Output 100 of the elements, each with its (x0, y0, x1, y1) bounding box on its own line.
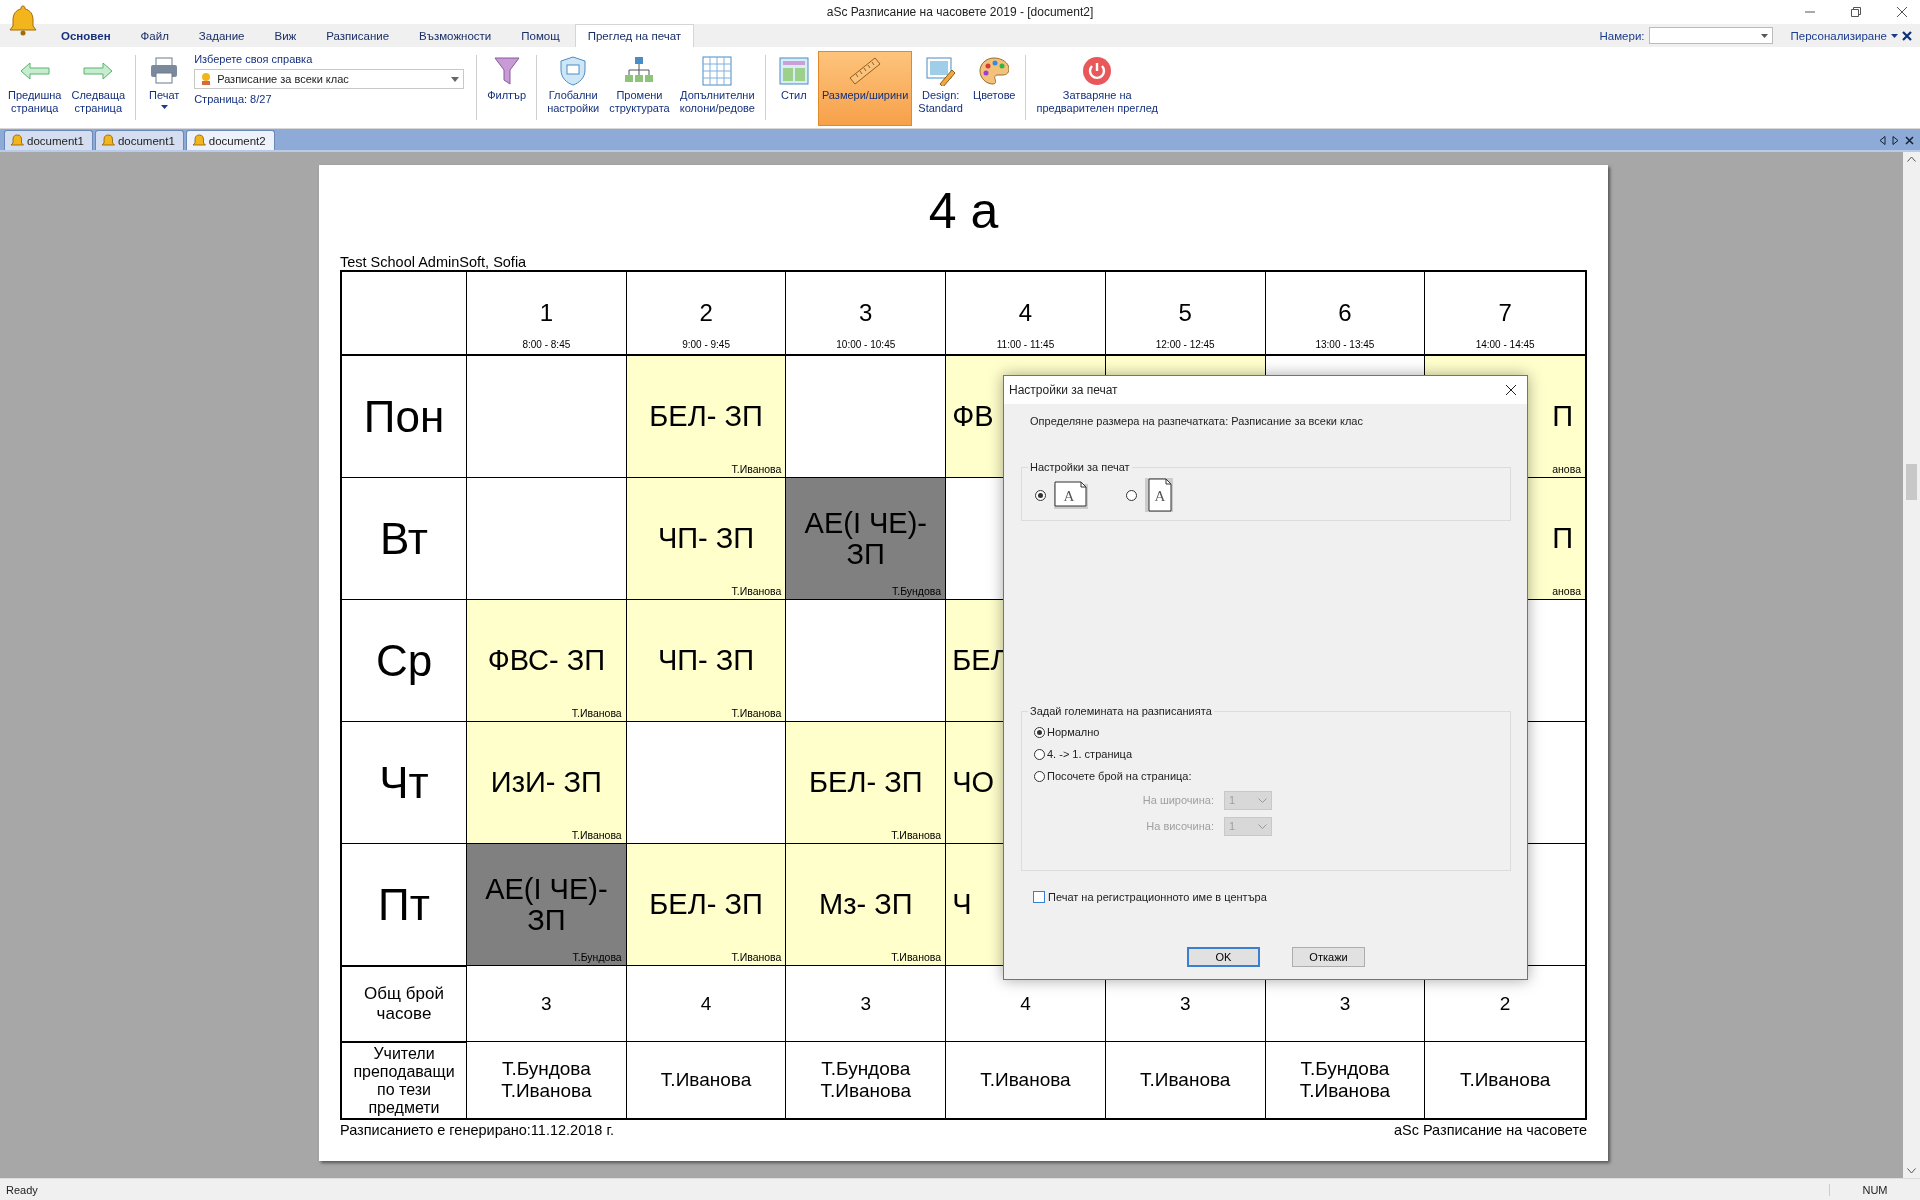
ribbon-button[interactable]: Промени структурата (605, 51, 674, 126)
ribbon-button[interactable]: Следваща страница (67, 51, 130, 126)
option-label: Нормално (1047, 726, 1100, 738)
ribbon-button[interactable]: Design: Standard (914, 51, 967, 126)
radio-button[interactable] (1034, 748, 1045, 760)
subject: П (1551, 401, 1574, 432)
group-label: Задай големината на разписанията (1028, 705, 1214, 717)
ribbon-button[interactable]: Размери/ширини (817, 51, 913, 126)
ribbon-button[interactable]: Предишна страница (4, 51, 66, 126)
scroll-up-icon[interactable] (1907, 156, 1916, 162)
bell-icon[interactable] (8, 4, 38, 36)
table-cell: Т.Иванова (626, 1042, 787, 1118)
ribbon-tab[interactable]: Файл (125, 24, 184, 47)
teacher: Т.Бундова (892, 585, 942, 597)
scroll-down-icon[interactable] (1907, 1168, 1916, 1174)
subject: Мз- ЗП (818, 889, 914, 920)
ribbon-tab[interactable]: Разписание (311, 24, 405, 47)
document-tab[interactable]: document1 (4, 130, 93, 150)
status-text: Ready (6, 1183, 38, 1196)
ribbon-tab[interactable]: Виж (259, 24, 312, 47)
ribbon-tab[interactable]: Преглед на печат (574, 24, 695, 47)
option-label: 4. -> 1. страница (1047, 748, 1132, 760)
option-label: Посочете брой на страница: (1047, 770, 1192, 782)
totals-label: Общ брой часове (342, 966, 467, 1042)
caret-icon (160, 105, 168, 109)
checkbox[interactable] (1033, 891, 1045, 903)
radio-button[interactable] (1034, 770, 1045, 782)
scrollbar[interactable] (1903, 152, 1920, 1178)
bell-icon (192, 134, 206, 147)
period-number: 1 (539, 299, 554, 327)
find-field[interactable] (1648, 27, 1773, 44)
cancel-button[interactable]: Откажи (1292, 947, 1365, 967)
ribbon-button[interactable]: Допълнителни колони/редове (675, 51, 759, 126)
table-cell: 3 (786, 966, 947, 1042)
ribbon-button[interactable]: Цветове (969, 51, 1020, 126)
report-select[interactable]: Разписание за всеки клас (194, 69, 465, 89)
find-label: Намери: (1599, 29, 1645, 42)
period-number: 4 (1018, 299, 1033, 327)
teacher: Т.Иванова (731, 951, 782, 963)
bell-icon (101, 134, 115, 147)
subject: Ч (951, 889, 973, 920)
customize-menu[interactable]: Персонализиране (1790, 29, 1887, 42)
ribbon-button[interactable]: Глобални настройки (543, 51, 604, 126)
document-tab[interactable]: document2 (185, 130, 275, 150)
period-time: 8:00 - 8:45 (522, 339, 571, 350)
teacher: Т.Иванова (891, 951, 942, 963)
window-title: aSc Разписание на часовете 2019 - [document2] (826, 5, 1094, 19)
bell-icon (11, 134, 24, 147)
ribbon-tab[interactable]: Помощ (506, 24, 575, 47)
period-number: 2 (699, 299, 713, 327)
period-number: 5 (1178, 299, 1192, 327)
grid-icon (702, 56, 733, 86)
footer-credit: aSc Разписание на часовете (1393, 1122, 1587, 1138)
scroll-right-icon[interactable] (1892, 136, 1899, 145)
ribbon-button[interactable]: Филтър (483, 51, 531, 126)
ribbon-button[interactable]: Стил (771, 51, 816, 126)
teacher: Т.Иванова (571, 829, 622, 841)
page-counter: Страница: 8/27 (194, 93, 273, 105)
period-number: 3 (859, 299, 873, 327)
teachers-label: Учители преподаващи по тези предмети (342, 1042, 467, 1118)
close-icon[interactable] (1902, 30, 1912, 41)
ribbon-button[interactable]: Затваряне на предварителен преглед (1032, 51, 1162, 126)
portrait-page-icon: A (1145, 478, 1173, 512)
checkbox-label: Печат на регистрационното име в центъра (1048, 891, 1267, 903)
subject: БЕЛ- ЗП (648, 401, 764, 432)
funnel-icon (493, 56, 520, 86)
ribbon-tab[interactable]: Задание (183, 24, 260, 47)
close-icon[interactable] (1905, 136, 1914, 145)
ribbon-tab[interactable]: Основен (48, 24, 126, 47)
report-label: Изберете своя справка (194, 53, 314, 65)
picture-pencil-icon (925, 56, 956, 86)
chevron-down-icon (1258, 823, 1267, 829)
period-time: 14:00 - 14:45 (1475, 339, 1535, 350)
ribbon-button[interactable]: Печат (142, 51, 187, 126)
shield-icon (559, 56, 588, 86)
subject: БЕЛ- ЗП (808, 767, 924, 798)
subject: ИзИ- ЗП (489, 767, 603, 798)
scroll-left-icon[interactable] (1879, 136, 1886, 145)
table-cell-text: Т.Иванова (1458, 1068, 1552, 1092)
period-time: 10:00 - 10:45 (836, 339, 896, 350)
radio-button[interactable] (1126, 489, 1137, 501)
close-icon[interactable] (1896, 6, 1908, 18)
restore-icon[interactable] (1850, 6, 1862, 18)
period-time: 11:00 - 11:45 (996, 339, 1055, 350)
period-time: 13:00 - 13:45 (1315, 339, 1375, 350)
period-time: 12:00 - 12:45 (1155, 339, 1215, 350)
period-number: 7 (1498, 299, 1512, 327)
scrollbar-thumb[interactable] (1906, 464, 1917, 500)
dialog-title: Настройки за печат (1009, 383, 1118, 397)
document-tab[interactable]: document1 (94, 130, 184, 150)
ok-button[interactable]: OK (1187, 947, 1260, 967)
ribbon-tab[interactable]: Възможности (404, 24, 507, 47)
palette-icon (979, 56, 1010, 86)
close-icon[interactable] (1505, 384, 1517, 396)
chevron-down-icon (1258, 797, 1267, 803)
radio-button[interactable] (1034, 726, 1045, 738)
radio-button[interactable] (1035, 489, 1046, 501)
teacher: Т.Иванова (731, 707, 782, 719)
subject: ФВС- ЗП (486, 645, 607, 676)
class-title: 4 а (927, 182, 1000, 239)
